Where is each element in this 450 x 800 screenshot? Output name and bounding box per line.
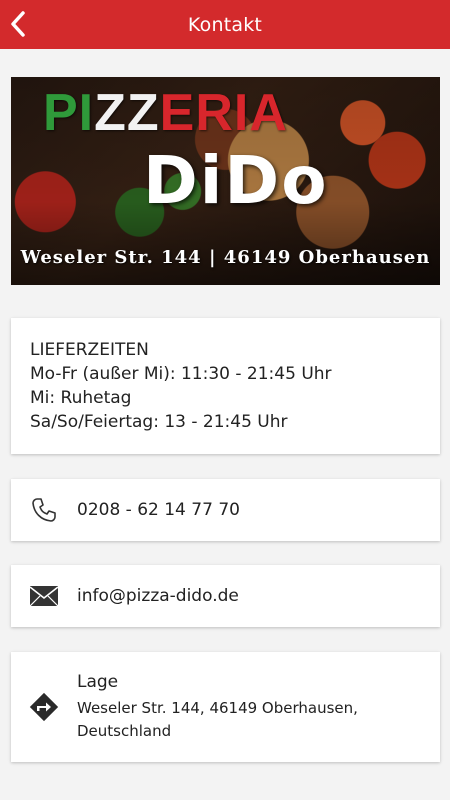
brand-pizzeria: PIZZERIA	[43, 83, 288, 143]
email-address: info@pizza-dido.de	[77, 586, 239, 606]
location-label: Lage	[77, 672, 119, 692]
back-button[interactable]	[6, 8, 30, 40]
hours-line-wednesday: Mi: Ruhetag	[30, 388, 132, 408]
phone-card[interactable]: 0208 - 62 14 77 70	[11, 479, 440, 541]
envelope-icon	[29, 586, 59, 607]
pizzeria-banner: PIZZERIA DiDo Weseler Str. 144 | 46149 O…	[11, 77, 440, 285]
location-text: Lage Weseler Str. 144, 46149 Oberhausen,…	[77, 652, 440, 743]
email-icon-box	[11, 585, 77, 607]
location-card[interactable]: Lage Weseler Str. 144, 46149 Oberhausen,…	[11, 652, 440, 762]
location-address: Weseler Str. 144, 46149 Oberhausen, Deut…	[77, 699, 358, 740]
phone-number: 0208 - 62 14 77 70	[77, 500, 240, 520]
hours-heading: LIEFERZEITEN	[30, 340, 149, 360]
hours-line-weekend: Sa/So/Feiertag: 13 - 21:45 Uhr	[30, 412, 288, 432]
brand-pizzeria-white: ZZ	[94, 84, 160, 142]
brand-name: DiDo	[143, 142, 329, 219]
delivery-hours-card: LIEFERZEITEN Mo-Fr (außer Mi): 11:30 - 2…	[11, 318, 440, 454]
brand-pizzeria-green: PI	[43, 84, 95, 142]
directions-icon-box	[11, 652, 77, 762]
phone-icon	[32, 498, 56, 522]
brand-pizzeria-red: ERIA	[159, 84, 288, 142]
phone-icon-box	[11, 496, 77, 524]
page-title: Kontakt	[187, 13, 263, 36]
email-card[interactable]: info@pizza-dido.de	[11, 565, 440, 627]
directions-icon	[29, 692, 59, 722]
chevron-left-icon	[11, 11, 25, 37]
top-bar: Kontakt	[0, 0, 450, 49]
banner-address: Weseler Str. 144 | 46149 Oberhausen	[20, 247, 431, 268]
hours-line-weekdays: Mo-Fr (außer Mi): 11:30 - 21:45 Uhr	[30, 364, 332, 384]
